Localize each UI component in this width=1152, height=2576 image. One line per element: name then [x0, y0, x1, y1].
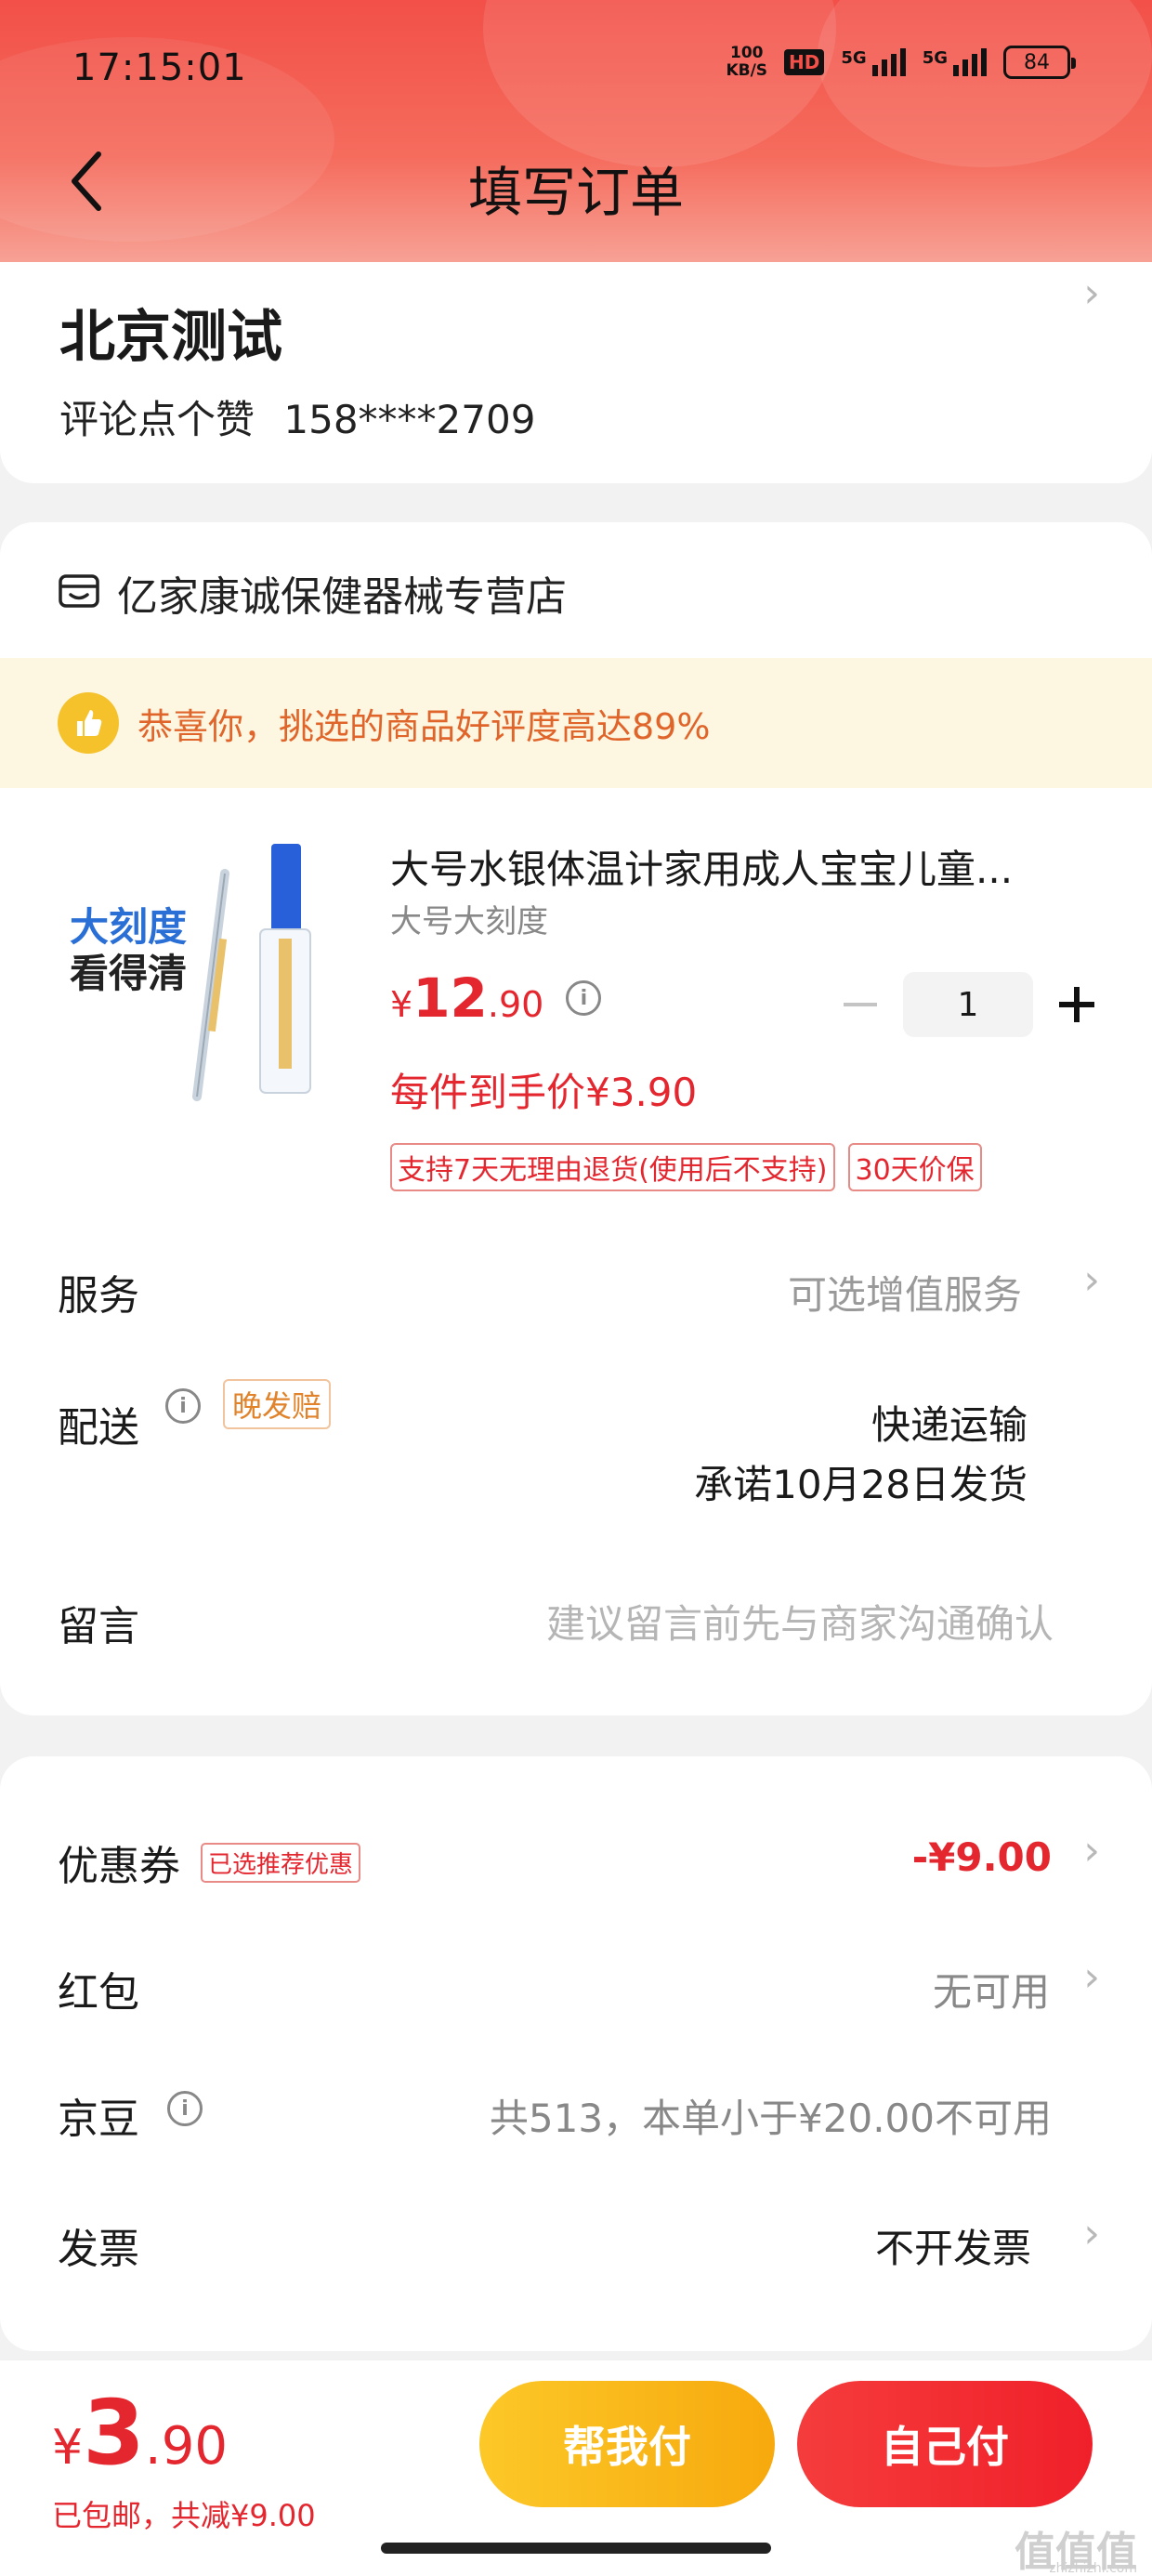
coupon-value[interactable]: -¥9.00: [912, 1834, 1052, 1880]
invoice-value[interactable]: 不开发票: [875, 2217, 1031, 2274]
shop-card: 亿家康诚保健器械专营店 恭喜你，挑选的商品好评度高达89% 大刻度 看得清 大号…: [0, 522, 1152, 1715]
info-icon[interactable]: i: [165, 1388, 201, 1424]
unit-final-price: 每件到手价¥3.90: [390, 1070, 698, 1115]
jingdou-label: 京豆: [58, 2096, 139, 2143]
product-spec: 大号大刻度: [390, 903, 548, 940]
redpacket-value[interactable]: 无可用: [933, 1961, 1050, 2017]
info-icon[interactable]: i: [566, 980, 602, 1016]
late-compensation-tag: 晚发赔: [223, 1379, 332, 1429]
contact-name: 评论点个赞: [59, 397, 255, 442]
address-contact: 评论点个赞 158****2709: [59, 388, 535, 445]
address-name: 北京测试: [59, 305, 282, 370]
signal-5g-icon: 5G: [841, 48, 906, 76]
minus-icon[interactable]: [844, 1003, 877, 1006]
chevron-right-icon: ›: [1083, 1827, 1100, 1874]
delivery-label-wrap: 配送: [58, 1394, 139, 1453]
delivery-method[interactable]: 快递运输: [871, 1394, 1028, 1451]
total-decimal: .90: [144, 2416, 228, 2477]
self-pay-button[interactable]: 自己付: [797, 2381, 1093, 2507]
coupon-tag: 已选推荐优惠: [201, 1842, 361, 1883]
contact-phone: 158****2709: [283, 397, 536, 442]
quantity-input[interactable]: 1: [903, 972, 1033, 1037]
quantity-stepper: 1: [844, 972, 1094, 1037]
delivery-label: 配送: [58, 1404, 139, 1452]
product-image[interactable]: 大刻度 看得清: [56, 836, 344, 1124]
signal-5g-icon-2: 5G: [923, 48, 987, 76]
chevron-right-icon: ›: [1083, 1953, 1100, 2001]
battery-level: 84: [1024, 50, 1050, 74]
image-text-2: 看得清: [70, 951, 187, 996]
message-input[interactable]: 建议留言前先与商家沟通确认: [546, 1593, 1054, 1649]
status-icons: 100 KB/S HD 5G 5G 84: [726, 45, 1076, 80]
price-protect-tag: 30天价保: [847, 1143, 982, 1191]
message-label: 留言: [58, 1603, 139, 1650]
plus-icon[interactable]: [1059, 987, 1094, 1022]
rating-banner: 恭喜你，挑选的商品好评度高达89%: [0, 658, 1152, 788]
speed-value: 100: [729, 44, 764, 62]
total-integer: 3: [83, 2381, 145, 2485]
invoice-label: 发票: [58, 2226, 139, 2273]
price-integer: 12: [412, 966, 488, 1030]
chevron-right-icon: ›: [1083, 269, 1100, 317]
chevron-right-icon: ›: [1083, 1256, 1100, 1304]
discounts-card: 优惠券 已选推荐优惠 -¥9.00 › 红包 无可用 › 京豆 i 共513，本…: [0, 1756, 1152, 2351]
info-icon[interactable]: i: [167, 2091, 203, 2126]
hd-icon: HD: [784, 49, 825, 75]
home-indicator[interactable]: [381, 2543, 771, 2554]
address-card[interactable]: 北京测试 评论点个赞 158****2709 ›: [0, 262, 1152, 483]
rating-text: 恭喜你，挑选的商品好评度高达89%: [137, 705, 711, 747]
help-pay-button[interactable]: 帮我付: [479, 2381, 775, 2507]
net-label-1: 5G: [841, 48, 867, 68]
coupon-label: 优惠券: [58, 1843, 180, 1890]
shop-name: 亿家康诚保健器械专营店: [117, 573, 567, 621]
price-decimal: .90: [487, 984, 544, 1025]
product-title[interactable]: 大号水银体温计家用成人宝宝儿童...: [390, 838, 1096, 895]
chevron-right-icon: ›: [1083, 2210, 1100, 2257]
coupon-row: 优惠券 已选推荐优惠: [58, 1833, 361, 1892]
header-area: 17:15:01 100 KB/S HD 5G 5G 84 填写订单: [0, 0, 1152, 262]
total-price: ¥ 3 .90: [52, 2388, 228, 2477]
return-policy-tag: 支持7天无理由退货(使用后不支持): [390, 1143, 835, 1191]
thumbs-up-icon: [58, 692, 119, 754]
speed-unit: KB/S: [726, 61, 768, 80]
page-title: 填写订单: [467, 161, 684, 224]
status-time: 17:15:01: [72, 46, 247, 89]
redpacket-label: 红包: [58, 1969, 139, 2017]
delivery-promise: 承诺10月28日发货: [694, 1462, 1028, 1507]
service-tags: 支持7天无理由退货(使用后不支持) 30天价保: [390, 1143, 982, 1191]
shop-header[interactable]: 亿家康诚保健器械专营店: [58, 563, 567, 623]
image-text-1: 大刻度: [70, 904, 187, 950]
watermark-url: zhizhizhi.com: [1049, 2561, 1137, 2576]
network-speed: 100 KB/S: [726, 45, 767, 80]
product-price: ¥ 12 .90 i: [390, 966, 602, 1030]
battery-icon: 84: [1003, 46, 1076, 79]
service-label: 服务: [58, 1272, 139, 1320]
jingdou-value: 共513，本单小于¥20.00不可用: [489, 2096, 1052, 2141]
price-currency: ¥: [390, 984, 413, 1025]
service-value[interactable]: 可选增值服务: [788, 1264, 1022, 1321]
store-icon: [59, 574, 99, 608]
total-note: 已包邮，共减¥9.00: [52, 2498, 316, 2533]
net-label-2: 5G: [922, 48, 948, 68]
total-currency: ¥: [52, 2420, 84, 2476]
